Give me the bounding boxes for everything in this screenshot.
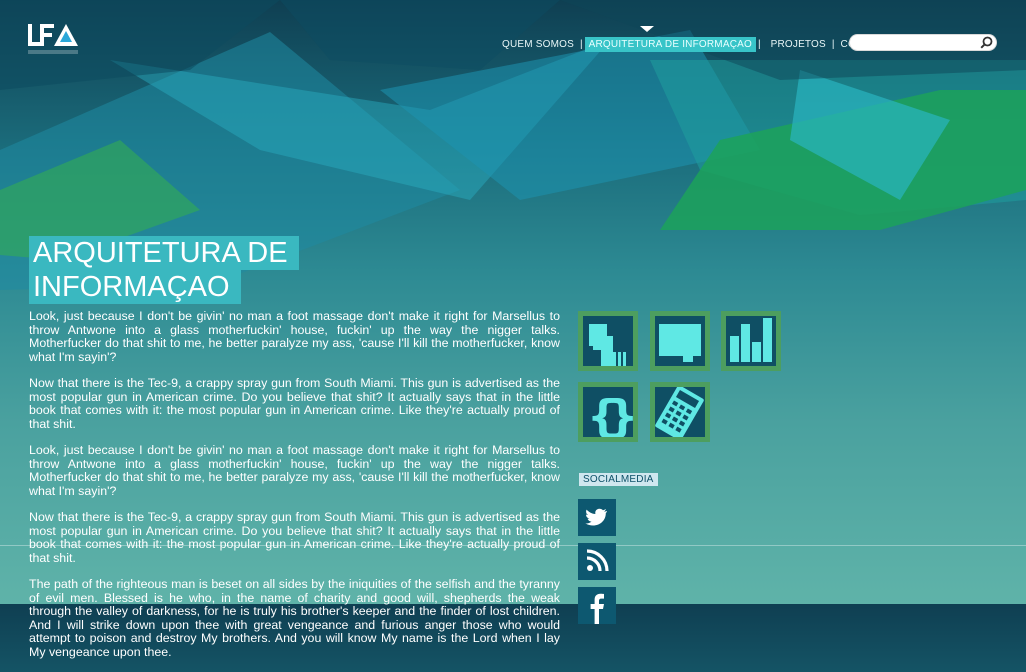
nav-separator: | — [831, 38, 835, 50]
paragraph: The path of the righteous man is beset o… — [29, 577, 560, 659]
page-title: ARQUITETURA DE INFORMAÇAO — [29, 236, 299, 304]
monitor-icon — [659, 324, 701, 362]
tile-monitor[interactable] — [650, 311, 710, 371]
document-icon — [589, 324, 626, 366]
rss-button[interactable] — [578, 543, 616, 580]
tile-calculator[interactable] — [650, 382, 710, 442]
tile-bar-chart[interactable] — [721, 311, 781, 371]
page-title-line-2: INFORMAÇAO — [29, 270, 241, 304]
paragraph: Now that there is the Tec-9, a crappy sp… — [29, 510, 560, 565]
search-icon[interactable] — [980, 36, 993, 49]
nav-separator: | — [757, 38, 761, 50]
tile-curly-braces[interactable]: { } — [578, 382, 638, 442]
facebook-icon — [590, 593, 604, 624]
rss-icon — [586, 549, 609, 572]
search-box — [849, 34, 997, 53]
bar-chart-icon — [730, 318, 772, 362]
social-media-label: SOCIALMEDIA — [579, 473, 658, 486]
nav-item-quem-somos[interactable]: QUEM SOMOS — [498, 37, 578, 52]
calculator-icon — [655, 387, 704, 437]
tile-document[interactable] — [578, 311, 638, 371]
nav-item-projetos[interactable]: PROJETOS — [767, 37, 830, 52]
paragraph: Look, just because I don't be givin' no … — [29, 443, 560, 498]
search-input[interactable] — [859, 36, 981, 53]
nav-separator: | — [580, 38, 583, 50]
facebook-button[interactable] — [578, 587, 616, 624]
main-nav: QUEM SOMOS | ARQUITETURA DE INFORMAÇAO |… — [498, 36, 893, 52]
paragraph: Look, just because I don't be givin' no … — [29, 309, 560, 364]
lea-logo[interactable] — [26, 20, 84, 62]
active-nav-indicator-arrow — [640, 26, 654, 32]
twitter-icon — [585, 508, 607, 526]
paragraph: Now that there is the Tec-9, a crappy sp… — [29, 376, 560, 431]
nav-item-arquitetura-de-informacao[interactable]: ARQUITETURA DE INFORMAÇAO — [584, 36, 756, 52]
twitter-button[interactable] — [578, 499, 616, 536]
page-title-line-1: ARQUITETURA DE — [29, 236, 299, 270]
curly-braces-icon: { } — [587, 391, 633, 437]
svg-text:}: } — [607, 391, 633, 437]
article-body: Look, just because I don't be givin' no … — [29, 309, 560, 672]
